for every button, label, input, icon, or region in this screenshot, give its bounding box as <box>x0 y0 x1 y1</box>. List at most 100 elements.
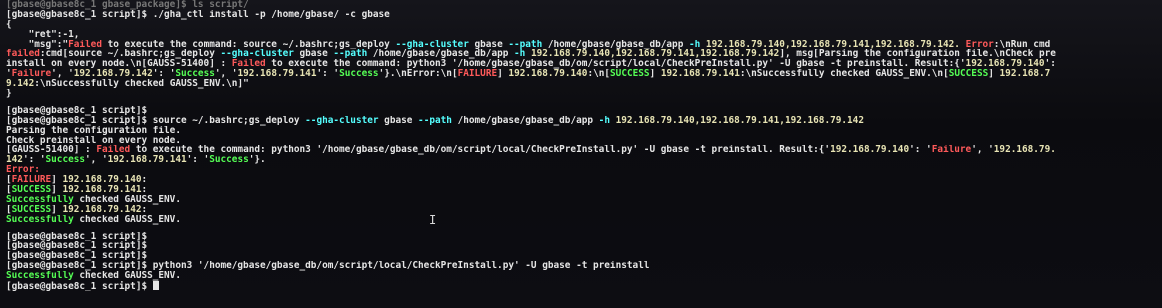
terminal-text-segment: FAILURE <box>11 175 52 186</box>
terminal-text-segment: ': ' <box>22 155 46 166</box>
terminal-text-segment: Successfully <box>6 194 74 205</box>
terminal-text-segment: 192.168.79.140 <box>62 175 142 186</box>
terminal-text-segment: -h <box>514 49 526 60</box>
terminal-line: Check preinstall on every node. <box>6 136 1158 146</box>
terminal-text-segment: : <box>141 185 148 195</box>
terminal-line: [gbase@gbase8c_1 script]$ ./gha_ctl inst… <box>6 10 1158 20</box>
terminal-text-segment: ': <box>1044 59 1056 70</box>
terminal-line: [gbase@gbase8c_1 script]$ <box>6 241 1158 251</box>
terminal-text-segment: 192.168.79.140,192.168.79.141,192.168.79… <box>525 49 780 60</box>
terminal-text-segment: gbase <box>468 39 509 50</box>
terminal-text-segment: :\n[ <box>587 69 611 80</box>
terminal-text-segment: Error: <box>6 165 40 176</box>
terminal-text-segment: :\nRun cmd <box>993 39 1051 50</box>
terminal-text-segment: 192.168.79.140 <box>508 69 588 80</box>
terminal-text-segment: "msg":" <box>6 39 69 50</box>
terminal-text-segment: Failed <box>96 145 131 156</box>
terminal-text-segment: :\nSuccessfully checked GAUSS_ENV.\n]" <box>34 79 249 90</box>
terminal-window[interactable]: [gbase@gbase8c_1 gbase_package]$ ls scri… <box>0 0 1162 308</box>
terminal-text-segment: 192.168.79.141 <box>237 69 317 80</box>
terminal-text-segment: 192.168.79.140 <box>830 145 910 156</box>
terminal-text-segment: checked GAUSS_ENV. <box>73 214 181 225</box>
terminal-text-segment: Parsing the configuration file. <box>6 125 181 136</box>
terminal-text-segment: 192.168.79.140,192.168.79.141,192.168.79… <box>609 115 864 126</box>
terminal-text-segment: 192.168.7 <box>999 69 1051 80</box>
terminal-text-segment: Failure <box>11 69 52 80</box>
terminal-text-segment: checked GAUSS_ENV. <box>73 271 181 282</box>
terminal-line: { <box>6 20 1158 30</box>
blank-gap <box>6 225 1158 232</box>
terminal-line: "ret":-1, <box>6 30 1158 40</box>
terminal-line: [gbase@gbase8c_1 script]$ <box>6 232 1158 242</box>
terminal-line: failed:cmd[source ~/.bashrc;gs_deploy --… <box>6 49 1158 59</box>
terminal-line: [SUCCESS] 192.168.79.142: <box>6 205 1158 215</box>
terminal-text-segment: /home/gbase/gbase_db/app <box>367 49 515 60</box>
terminal-text-segment: ': ' <box>186 155 210 166</box>
terminal-text-segment: -h <box>688 39 701 50</box>
terminal-text-segment: SUCCESS <box>11 204 52 215</box>
terminal-line: [GAUSS-51400] : Failed to execute the co… <box>6 145 1158 155</box>
terminal-text-segment: ', ' <box>85 155 108 166</box>
terminal-line: 142': 'Success', '192.168.79.141': 'Succ… <box>6 155 1158 165</box>
terminal-text-segment: [gbase@gbase8c_1 script]$ <box>6 231 148 242</box>
terminal-line: Error: <box>6 165 1158 175</box>
terminal-text-segment: } <box>6 89 12 99</box>
terminal-line: } <box>6 89 1158 99</box>
terminal-line: [gbase@gbase8c_1 script]$ python3 '/home… <box>6 261 1158 271</box>
terminal-line: [gbase@gbase8c_1 script]$ <box>6 251 1158 261</box>
terminal-text-segment: 192.168.79.142 <box>73 69 153 80</box>
terminal-text-segment: 142 <box>6 155 23 166</box>
terminal-text-segment: Failure <box>931 145 972 156</box>
terminal-text-segment: ': ' <box>909 145 932 156</box>
terminal-text-segment: ] <box>51 185 63 195</box>
terminal-text-segment: gbase <box>293 49 334 60</box>
terminal-line: 9.142:\nSuccessfully checked GAUSS_ENV.\… <box>6 79 1158 89</box>
terminal-text-segment: [gbase@gbase8c_1 gbase_package]$ ls scri… <box>6 0 249 10</box>
terminal-text-segment: [gbase@gbase8c_1 script]$ python3 '/home… <box>6 261 650 272</box>
terminal-text-segment: FAILURE <box>457 69 498 80</box>
terminal-text-segment: to execute the command: python3 '/home/g… <box>130 145 831 156</box>
terminal-text-segment: SUCCESS <box>610 69 650 80</box>
terminal-text-segment: ] <box>988 69 1000 80</box>
terminal-text-segment: Success <box>209 155 249 166</box>
terminal-text-segment: ': ' <box>316 69 340 80</box>
terminal-text-segment: ] <box>51 175 63 186</box>
terminal-text-segment: Success <box>45 155 86 166</box>
terminal-text-segment: [gbase@gbase8c_1 script]$ <box>6 105 148 116</box>
terminal-text-segment: --gha-cluster <box>395 39 469 50</box>
terminal-text-segment: Success <box>175 69 215 80</box>
terminal-text-segment: 192.168.79.141 <box>62 185 142 195</box>
terminal-text-segment: install on every node.\n[GAUSS-51400] : <box>6 59 232 70</box>
terminal-line: [gbase@gbase8c_1 script]$ <box>6 106 1158 116</box>
terminal-line: [gbase@gbase8c_1 script]$ source ~/.bash… <box>6 116 1158 126</box>
terminal-text-segment: ': ' <box>152 69 176 80</box>
terminal-text-segment: to execute the command: source ~/.bashrc… <box>101 39 396 50</box>
terminal-text-segment: ] <box>649 69 661 80</box>
terminal-line: [gbase@gbase8c_1 gbase_package]$ ls scri… <box>6 0 1158 10</box>
terminal-line: [SUCCESS] 192.168.79.141: <box>6 185 1158 195</box>
terminal-text-segment: failed <box>6 49 40 60</box>
terminal-text-segment: Error <box>965 39 994 50</box>
terminal-text-segment: '}.\nError:\n[ <box>378 69 458 80</box>
terminal-line: Parsing the configuration file. <box>6 126 1158 136</box>
terminal-line: Successfully checked GAUSS_ENV. <box>6 271 1158 281</box>
terminal-line: [gbase@gbase8c_1 script]$ <box>6 281 1158 291</box>
terminal-text-segment: -h <box>598 115 610 126</box>
terminal-text-segment: gbase <box>378 115 419 126</box>
terminal-text-segment: [gbase@gbase8c_1 script]$ ./gha_ctl inst… <box>6 9 390 20</box>
terminal-text-segment: ] <box>51 204 63 215</box>
terminal-text-segment: :\nSuccessfully checked GAUSS_ENV.\n[ <box>739 69 949 80</box>
terminal-text-segment: ], msg[Parsing the configuration file.\n… <box>779 49 1056 60</box>
terminal-text-segment: --path <box>508 39 543 50</box>
terminal-text-segment: Success <box>339 69 379 80</box>
terminal-line: "msg":"Failed to execute the command: so… <box>6 40 1158 50</box>
terminal-text-segment: SUCCESS <box>11 185 52 195</box>
blank-gap <box>6 99 1158 106</box>
terminal-text-segment: '}. <box>248 155 266 166</box>
terminal-text-segment: --path <box>333 49 368 60</box>
terminal-text-segment: --path <box>418 115 452 126</box>
terminal-text-segment: /home/gbase/gbase_db/app <box>451 115 599 126</box>
terminal-text-segment: 192.168.79.141 <box>660 69 740 80</box>
terminal-text-segment: to execute the command: python3 '/home/g… <box>265 59 966 70</box>
terminal-line: install on every node.\n[GAUSS-51400] : … <box>6 59 1158 69</box>
